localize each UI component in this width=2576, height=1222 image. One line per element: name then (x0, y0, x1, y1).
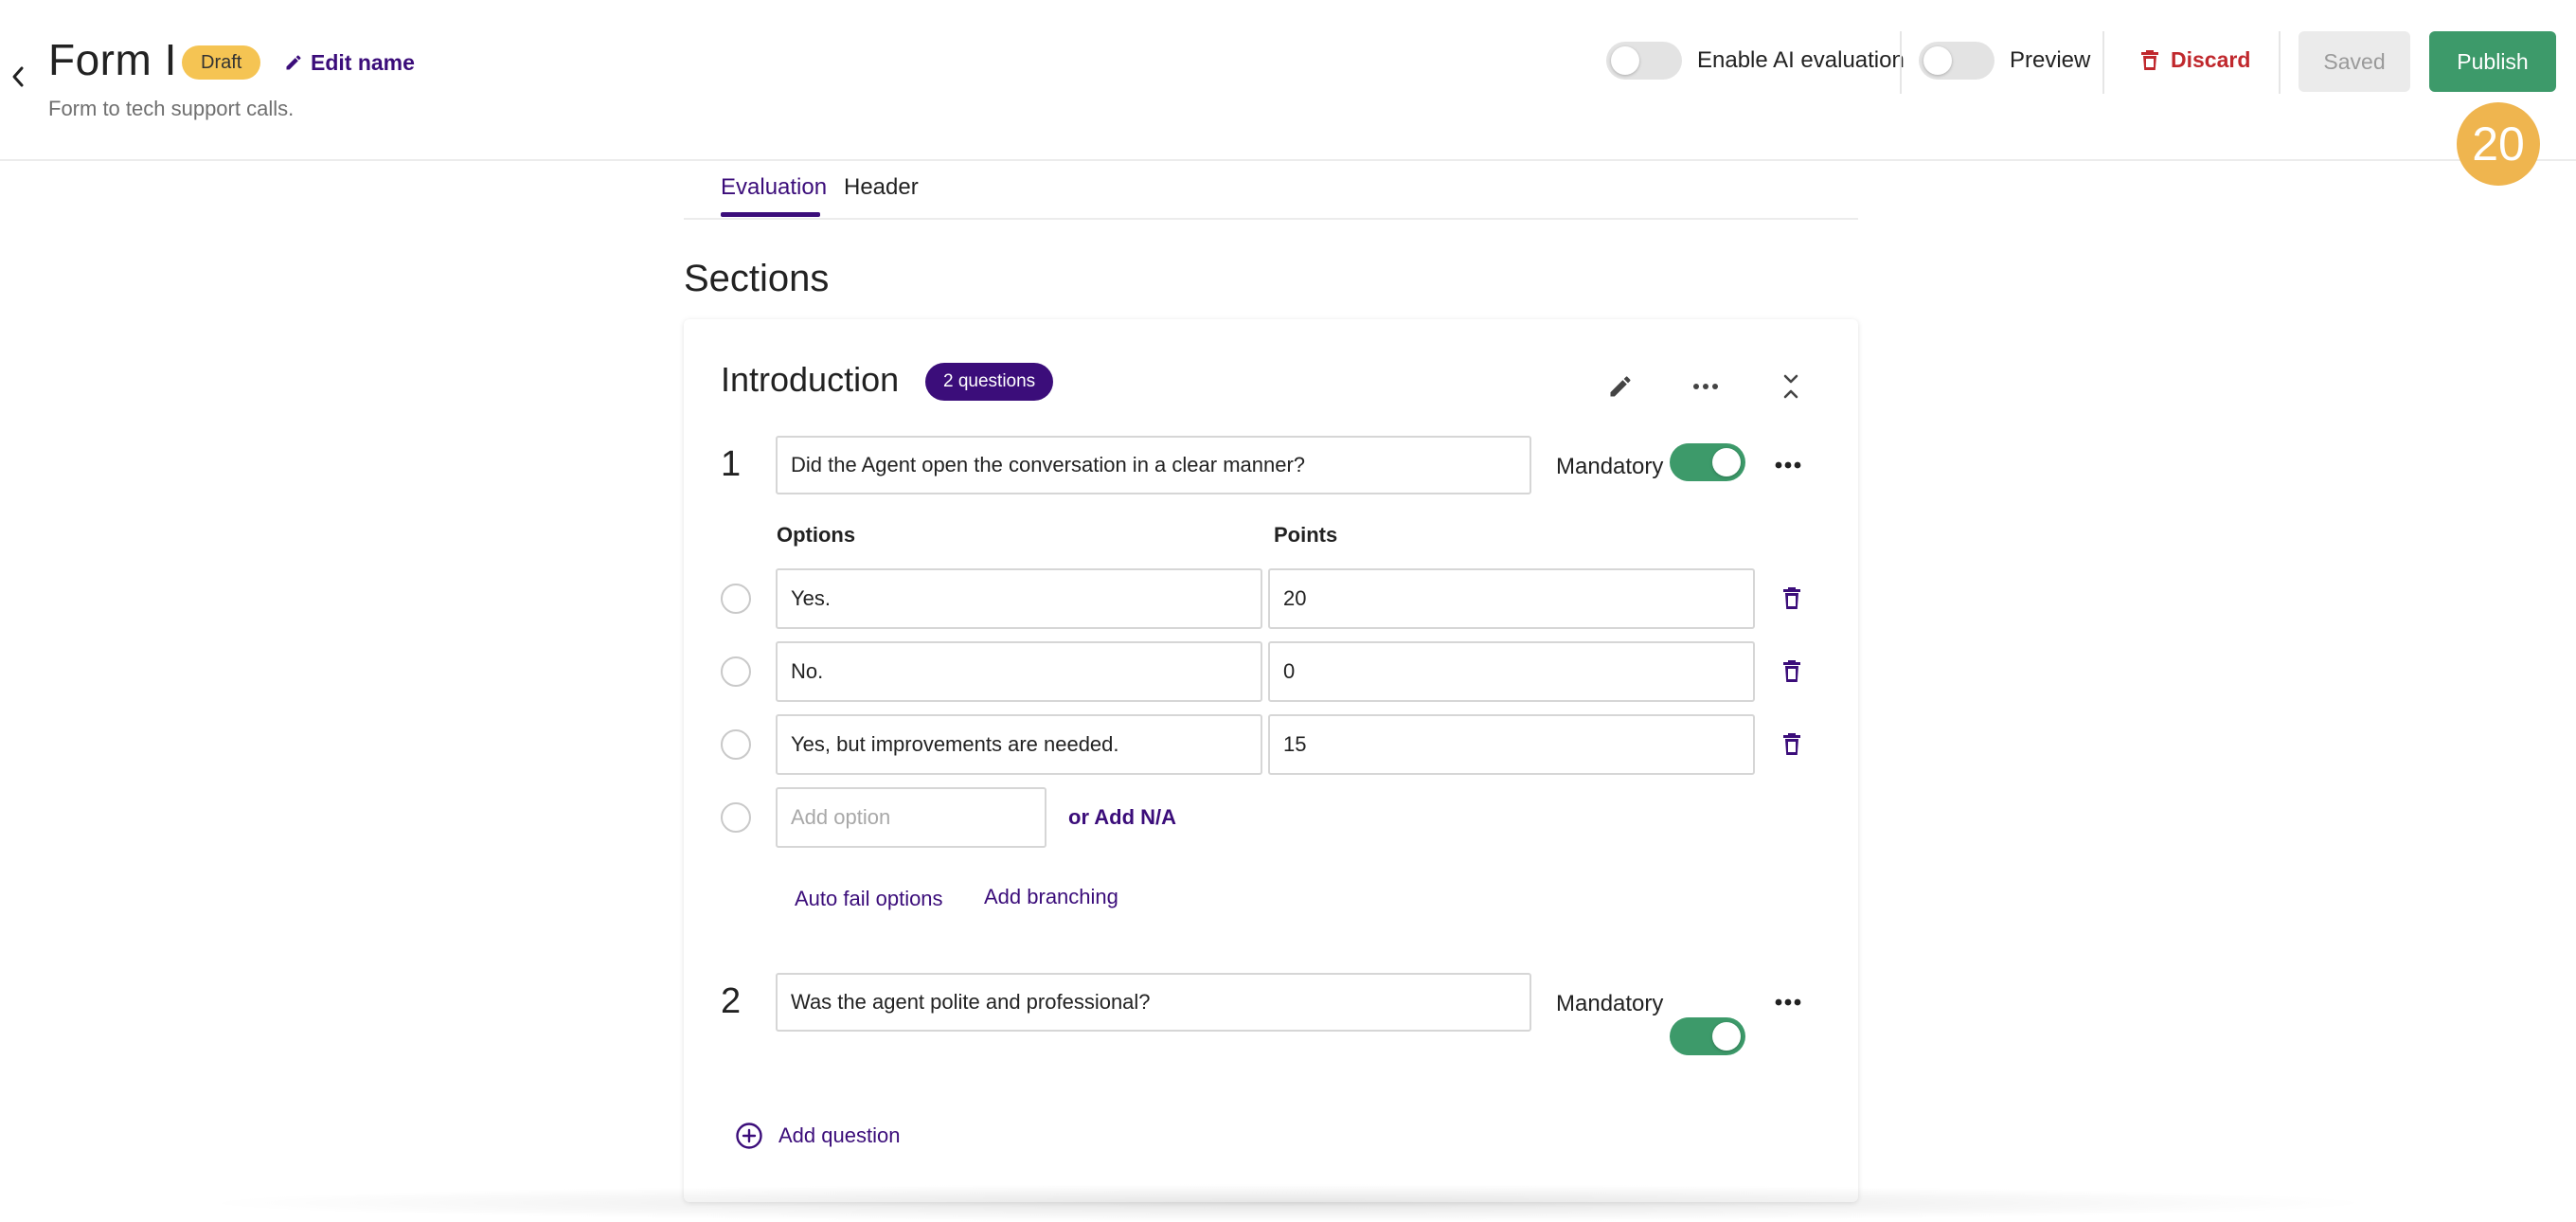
add-na-link[interactable]: or Add N/A (1068, 805, 1176, 830)
delete-option-button[interactable] (1771, 724, 1813, 765)
option-points-input[interactable] (1268, 641, 1755, 702)
section-title: Introduction (721, 360, 900, 399)
trash-icon (2141, 49, 2158, 70)
score-indicator: 20 (2457, 102, 2540, 186)
top-bar (0, 0, 2576, 161)
preview-label: Preview (2010, 47, 2091, 73)
form-title: Form I (48, 35, 177, 84)
auto-fail-options-link[interactable]: Auto fail options (795, 887, 943, 911)
trash-icon (1783, 660, 1800, 682)
form-subtitle: Form to tech support calls. (48, 97, 295, 120)
bottom-shadow (189, 1184, 2387, 1222)
option-radio[interactable] (721, 584, 751, 614)
mandatory-label: Mandatory (1556, 991, 1664, 1016)
publish-button[interactable]: Publish (2429, 31, 2556, 92)
pencil-icon (286, 55, 301, 70)
tab-evaluation[interactable]: Evaluation (721, 174, 827, 201)
trash-icon (1783, 587, 1800, 609)
question-more-button[interactable] (1767, 444, 1809, 486)
option-radio[interactable] (721, 802, 751, 833)
collapse-icon (1783, 374, 1798, 399)
question-text-input[interactable] (776, 436, 1531, 494)
option-points-input[interactable] (1268, 568, 1755, 629)
question-text-input[interactable] (776, 973, 1531, 1032)
question-number: 2 (721, 981, 742, 1021)
mandatory-label: Mandatory (1556, 454, 1664, 479)
back-button[interactable] (6, 61, 30, 93)
more-horizontal-icon (1693, 384, 1718, 389)
question-more-button[interactable] (1767, 981, 1809, 1023)
points-column-header: Points (1274, 523, 1338, 547)
preview-toggle[interactable] (1919, 42, 1995, 80)
section-more-button[interactable] (1685, 366, 1726, 407)
trash-icon (1783, 733, 1800, 755)
preview-control: Preview (1919, 42, 2090, 80)
mandatory-toggle[interactable] (1670, 1017, 1745, 1055)
question-count-badge: 2 questions (925, 363, 1054, 401)
delete-option-button[interactable] (1771, 578, 1813, 620)
discard-label: Discard (2171, 47, 2251, 72)
header-divider (2279, 31, 2281, 94)
add-question-label: Add question (778, 1123, 901, 1147)
option-points-input[interactable] (1268, 714, 1755, 775)
option-label-input[interactable] (776, 568, 1262, 629)
option-radio[interactable] (721, 729, 751, 760)
question-number: 1 (721, 444, 742, 484)
option-label-input[interactable] (776, 641, 1262, 702)
active-tab-indicator (721, 212, 820, 217)
edit-name-button[interactable]: Edit name (284, 47, 415, 78)
tabs-divider (684, 218, 1858, 220)
edit-section-button[interactable] (1600, 366, 1641, 407)
edit-section-icon (1610, 376, 1631, 397)
header-divider (1900, 31, 1902, 94)
add-question-button[interactable]: Add question (735, 1122, 900, 1150)
add-option-input[interactable] (776, 787, 1046, 848)
toggle-knob (1923, 46, 1952, 75)
ai-evaluation-control: Enable AI evaluation (1606, 42, 1905, 80)
add-branching-link[interactable]: Add branching (984, 885, 1118, 909)
toggle-knob (1611, 46, 1639, 75)
delete-option-button[interactable] (1771, 651, 1813, 692)
edit-name-label: Edit name (311, 49, 415, 75)
toggle-knob (1712, 448, 1741, 476)
plus-circle-icon (736, 1123, 762, 1149)
discard-button[interactable]: Discard (2140, 47, 2250, 73)
sections-heading: Sections (684, 258, 830, 299)
option-radio[interactable] (721, 656, 751, 687)
saved-button[interactable]: Saved (2299, 31, 2410, 92)
more-horizontal-icon (1775, 998, 1801, 1006)
toggle-knob (1712, 1022, 1741, 1051)
option-label-input[interactable] (776, 714, 1262, 775)
ai-evaluation-toggle[interactable] (1606, 42, 1682, 80)
status-badge: Draft (182, 45, 261, 80)
options-column-header: Options (777, 523, 856, 547)
more-horizontal-icon (1775, 461, 1801, 469)
collapse-section-button[interactable] (1770, 366, 1812, 407)
ai-evaluation-label: Enable AI evaluation (1697, 47, 1905, 73)
tab-header[interactable]: Header (844, 174, 919, 201)
chevron-left-icon (12, 66, 24, 87)
mandatory-toggle[interactable] (1670, 443, 1745, 481)
header-divider (2102, 31, 2104, 94)
